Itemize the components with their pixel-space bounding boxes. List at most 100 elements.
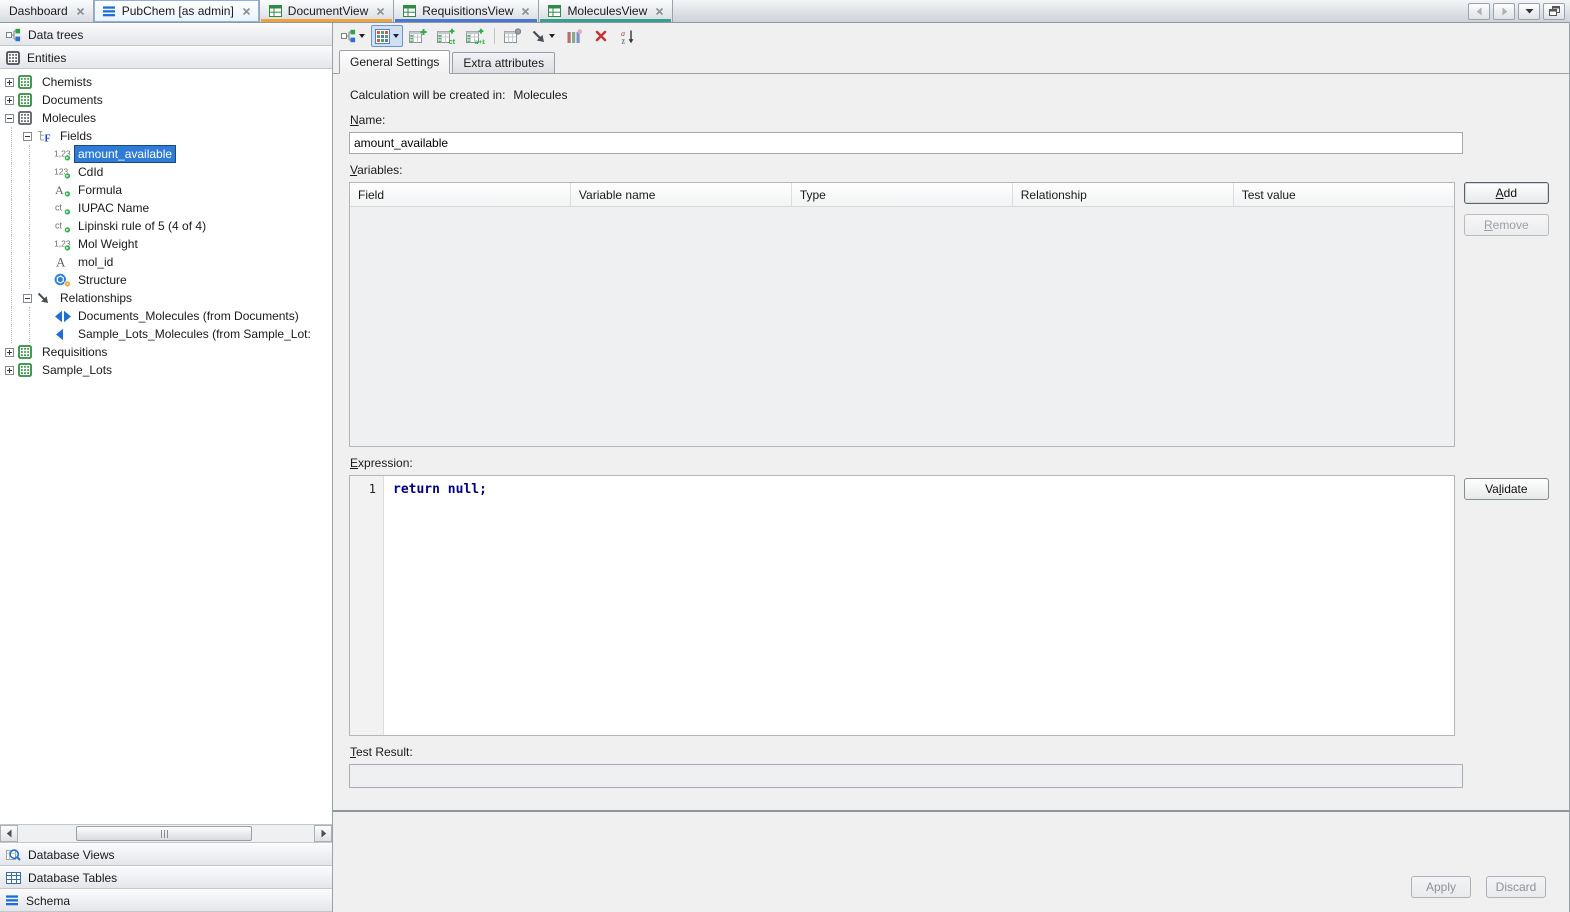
panel-label: Schema bbox=[26, 894, 70, 908]
scroll-left-button[interactable] bbox=[0, 825, 18, 842]
column-header-test-value[interactable]: Test value bbox=[1234, 183, 1454, 206]
expander-plus-icon[interactable] bbox=[0, 96, 18, 105]
discard-button[interactable]: Discard bbox=[1486, 876, 1546, 898]
column-header-variable-name[interactable]: Variable name bbox=[571, 183, 792, 206]
tree-item-iupac-name[interactable]: ctIUPAC Name bbox=[0, 199, 332, 217]
toolbar-separator bbox=[494, 28, 495, 44]
sidebar: Data treesEntities ChemistsDocumentsMole… bbox=[0, 23, 333, 912]
tab-underline bbox=[261, 19, 392, 22]
toolbar-new-relationship-button[interactable] bbox=[527, 25, 559, 47]
main-panel: cta+b az General SettingsExtra attributes… bbox=[333, 23, 1570, 912]
scrollbar-thumb[interactable] bbox=[76, 826, 252, 841]
horizontal-scrollbar[interactable] bbox=[0, 825, 332, 843]
tree-item-relationships[interactable]: Relationships bbox=[0, 289, 332, 307]
expander-minus-icon[interactable] bbox=[18, 132, 36, 141]
expander-plus-icon[interactable] bbox=[0, 366, 18, 375]
toolbar-sort-button[interactable]: az bbox=[615, 25, 640, 47]
tree-item-documents-molecules-from-documents[interactable]: Documents_Molecules (from Documents) bbox=[0, 307, 332, 325]
data-trees-icon bbox=[6, 28, 21, 42]
tree-item-amount-available[interactable]: 1,23amount_available bbox=[0, 145, 332, 163]
created-in-value: Molecules bbox=[513, 88, 567, 102]
close-icon[interactable] bbox=[655, 7, 664, 16]
table-green-icon bbox=[18, 75, 32, 89]
tab-requisitionsview[interactable]: RequisitionsView bbox=[394, 0, 539, 22]
created-in-label: Calculation will be created in: bbox=[350, 88, 505, 102]
scroll-right-button[interactable] bbox=[314, 825, 332, 842]
tree-item-documents[interactable]: Documents bbox=[0, 91, 332, 109]
variables-table-body[interactable] bbox=[350, 207, 1454, 447]
table-plus-icon bbox=[409, 28, 427, 44]
panel-header-data-trees[interactable]: Data trees bbox=[0, 23, 332, 46]
tab-pubchem-as-admin[interactable]: PubChem [as admin] bbox=[94, 0, 260, 22]
panel-header-database-tables[interactable]: Database Tables bbox=[0, 866, 332, 889]
grid-window-icon bbox=[548, 5, 561, 17]
svg-text:z: z bbox=[622, 36, 626, 44]
panel-header-schema[interactable]: Schema bbox=[0, 889, 332, 912]
close-icon[interactable] bbox=[242, 7, 251, 16]
scroll-tabs-left-button[interactable] bbox=[1468, 3, 1490, 20]
toolbar-promote-field-button[interactable] bbox=[500, 25, 525, 47]
panel-header-database-views[interactable]: Database Views bbox=[0, 843, 332, 866]
database-views-icon bbox=[6, 848, 21, 862]
tree-item-structure[interactable]: Structure bbox=[0, 271, 332, 289]
tab-extra-attributes[interactable]: Extra attributes bbox=[452, 52, 555, 73]
expander-minus-icon[interactable] bbox=[18, 294, 36, 303]
expander-plus-icon[interactable] bbox=[0, 78, 18, 87]
tree-item-sample-lots[interactable]: Sample_Lots bbox=[0, 361, 332, 379]
maximize-window-button[interactable] bbox=[1543, 3, 1565, 20]
tree-item-chemists[interactable]: Chemists bbox=[0, 73, 332, 91]
scrollbar-track[interactable] bbox=[18, 825, 314, 842]
expander-plus-icon[interactable] bbox=[0, 348, 18, 357]
column-header-type[interactable]: Type bbox=[792, 183, 1013, 206]
apply-button[interactable]: Apply bbox=[1411, 876, 1471, 898]
toolbar-new-chemical-terms-field-button[interactable]: ct bbox=[433, 25, 460, 47]
sidebar-bottom-panels: Database ViewsDatabase Tables Schema bbox=[0, 843, 332, 912]
toolbar-column-statistics-button[interactable] bbox=[561, 25, 586, 47]
tab-list-button[interactable] bbox=[1518, 3, 1540, 20]
tree-item-requisitions[interactable]: Requisitions bbox=[0, 343, 332, 361]
column-header-field[interactable]: Field bbox=[350, 183, 571, 206]
close-icon[interactable] bbox=[376, 7, 385, 16]
close-icon[interactable] bbox=[76, 7, 85, 16]
tree-item-sample-lots-molecules-from-sample-lot[interactable]: Sample_Lots_Molecules (from Sample_Lot: bbox=[0, 325, 332, 343]
tree-item-mol-id[interactable]: Amol_id bbox=[0, 253, 332, 271]
validate-button[interactable]: Validate bbox=[1464, 478, 1549, 500]
toolbar-new-calculated-field-button[interactable]: a+b bbox=[462, 25, 489, 47]
code-line: return null; bbox=[393, 482, 487, 497]
tab-label: MoleculesView bbox=[567, 4, 647, 18]
name-input[interactable] bbox=[349, 132, 1463, 154]
relationship-both-icon bbox=[54, 310, 72, 323]
variables-table[interactable]: FieldVariable nameTypeRelationshipTest v… bbox=[349, 182, 1455, 447]
menu-icon bbox=[103, 6, 116, 17]
tree-item-formula[interactable]: AFormula bbox=[0, 181, 332, 199]
tab-general-settings[interactable]: General Settings bbox=[339, 50, 450, 74]
document-tabs: Dashboard PubChem [as admin]DocumentViewR… bbox=[0, 0, 673, 22]
tree-item-lipinski-rule-of-5-4-of-4[interactable]: ctLipinski rule of 5 (4 of 4) bbox=[0, 217, 332, 235]
tree-item-molecules[interactable]: Molecules bbox=[0, 109, 332, 127]
close-icon[interactable] bbox=[521, 7, 530, 16]
toolbar-delete-button[interactable] bbox=[588, 25, 613, 47]
expander-minus-icon[interactable] bbox=[0, 114, 18, 123]
tree-label: Requisitions bbox=[39, 344, 110, 360]
remove-button[interactable]: Remove bbox=[1464, 214, 1549, 236]
tab-label: Dashboard bbox=[9, 4, 68, 18]
toolbar-grid-view-button[interactable] bbox=[371, 25, 403, 47]
tree-item-mol-weight[interactable]: 1,23Mol Weight bbox=[0, 235, 332, 253]
tree-item-cdid[interactable]: 123CdId bbox=[0, 163, 332, 181]
sidebar-top-panels: Data treesEntities bbox=[0, 23, 332, 69]
toolbar-new-standard-field-button[interactable] bbox=[405, 25, 431, 47]
tree-item-fields[interactable]: FFields bbox=[0, 127, 332, 145]
table-green-icon bbox=[18, 93, 32, 107]
tab-moleculesview[interactable]: MoleculesView bbox=[539, 0, 673, 22]
tab-dashboard[interactable]: Dashboard bbox=[0, 0, 94, 22]
tab-documentview[interactable]: DocumentView bbox=[260, 0, 394, 22]
entities-icon bbox=[6, 51, 20, 65]
add-button[interactable]: Add bbox=[1464, 182, 1549, 204]
expression-editor[interactable]: 1 return null; bbox=[349, 475, 1455, 736]
column-header-relationship[interactable]: Relationship bbox=[1013, 183, 1234, 206]
toolbar-data-tree-selector-button[interactable] bbox=[337, 25, 369, 47]
editor-code-area[interactable]: return null; bbox=[384, 476, 487, 735]
document-tab-bar: Dashboard PubChem [as admin]DocumentViewR… bbox=[0, 0, 1570, 23]
panel-header-entities[interactable]: Entities bbox=[0, 46, 332, 69]
scroll-tabs-right-button[interactable] bbox=[1493, 3, 1515, 20]
